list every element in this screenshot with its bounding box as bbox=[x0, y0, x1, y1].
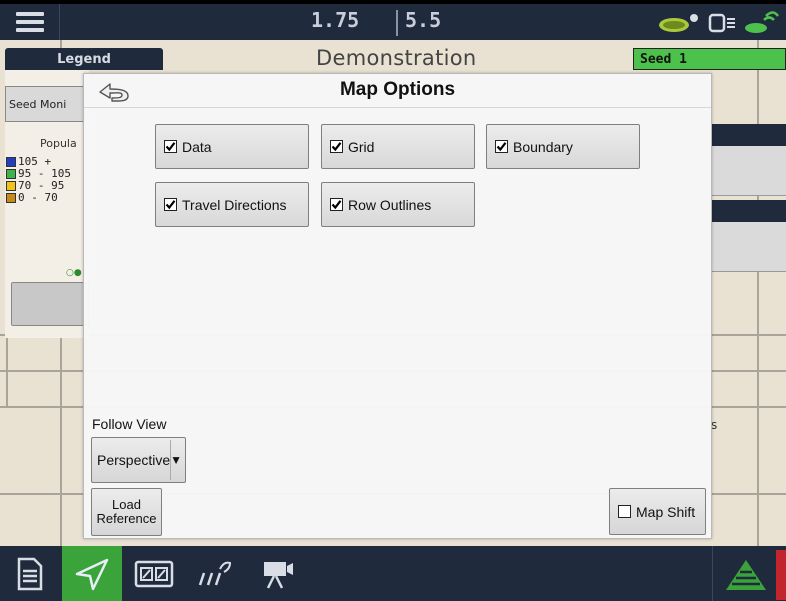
travel-directions-toggle-label: Travel Directions bbox=[182, 196, 287, 213]
right-panel-header bbox=[712, 200, 786, 222]
home-page-button[interactable] bbox=[0, 546, 60, 601]
population-label: Popula bbox=[40, 137, 77, 150]
grid-toggle-label: Grid bbox=[348, 138, 375, 155]
boundary-toggle[interactable]: Boundary bbox=[486, 124, 640, 169]
rtk-signal-icon[interactable] bbox=[744, 10, 780, 36]
checkbox-unchecked-icon bbox=[618, 505, 631, 518]
gps-antenna-icon[interactable] bbox=[658, 12, 702, 34]
bottom-navigation-bar bbox=[0, 546, 786, 601]
map-grid-line bbox=[6, 334, 8, 408]
split-screen-icon bbox=[134, 560, 174, 587]
field-map-button[interactable] bbox=[716, 546, 776, 601]
status-icons bbox=[658, 10, 780, 36]
field-map-icon bbox=[726, 559, 766, 590]
seed-monitor-selector[interactable]: Seed Moni bbox=[5, 86, 85, 122]
video-icon bbox=[264, 561, 293, 589]
grid-toggle[interactable]: Grid bbox=[321, 124, 475, 169]
guidance-icon bbox=[75, 558, 109, 590]
row-outlines-toggle-label: Row Outlines bbox=[348, 196, 432, 213]
alert-indicator[interactable] bbox=[776, 550, 786, 600]
checkbox-checked-icon bbox=[330, 140, 343, 153]
legend-swatch bbox=[6, 156, 16, 167]
page-dots: ○● bbox=[66, 268, 82, 278]
rate-readout: 5.5 bbox=[405, 8, 442, 32]
legend-swatch bbox=[6, 180, 16, 191]
map-shift-label: Map Shift bbox=[636, 503, 696, 520]
map-options-dialog: Map Options Data Grid Boundary Travel Di… bbox=[83, 73, 712, 539]
legend-label: 0 - 70 bbox=[18, 191, 58, 204]
split-screen-button[interactable] bbox=[124, 546, 184, 601]
right-panel-cell bbox=[712, 222, 786, 272]
boundary-toggle-label: Boundary bbox=[513, 138, 573, 155]
travel-directions-toggle[interactable]: Travel Directions bbox=[155, 182, 309, 227]
map-grid-line bbox=[757, 40, 759, 546]
legend-item: 0 - 70 bbox=[6, 191, 58, 204]
data-toggle-label: Data bbox=[182, 138, 212, 155]
bottom-bar-divider bbox=[712, 546, 713, 601]
menu-button[interactable] bbox=[0, 4, 60, 40]
map-title: Demonstration bbox=[316, 46, 477, 70]
follow-view-value: Perspective bbox=[97, 452, 171, 468]
right-panel-header bbox=[712, 124, 786, 146]
dropdown-arrow-icon: ▼ bbox=[170, 453, 183, 467]
speed-readout: 1.75 bbox=[311, 8, 360, 32]
field-operations-icon bbox=[198, 561, 232, 585]
checkbox-checked-icon bbox=[164, 198, 177, 211]
seed-tab[interactable]: Seed 1 bbox=[633, 48, 786, 70]
load-reference-label-line2: Reference bbox=[96, 511, 157, 526]
data-toggle[interactable]: Data bbox=[155, 124, 309, 169]
legend-tab[interactable]: Legend bbox=[5, 48, 163, 70]
readout-divider bbox=[396, 10, 398, 36]
checkbox-checked-icon bbox=[495, 140, 508, 153]
row-outlines-toggle[interactable]: Row Outlines bbox=[321, 182, 475, 227]
dialog-header: Map Options bbox=[84, 74, 711, 108]
legend-swatch bbox=[6, 168, 16, 179]
load-reference-label-line1: Load bbox=[112, 497, 141, 512]
video-button[interactable] bbox=[248, 546, 308, 601]
guidance-button[interactable] bbox=[62, 546, 122, 601]
checkbox-checked-icon bbox=[330, 198, 343, 211]
home-page-icon bbox=[17, 557, 43, 590]
load-reference-button[interactable]: Load Reference bbox=[91, 488, 162, 536]
dialog-title: Map Options bbox=[339, 79, 456, 100]
top-status-bar: 1.75 5.5 bbox=[0, 0, 786, 40]
legend-action-button[interactable] bbox=[11, 282, 89, 326]
isobus-icon[interactable] bbox=[708, 12, 738, 34]
legend-swatch bbox=[6, 192, 16, 203]
checkbox-checked-icon bbox=[164, 140, 177, 153]
right-panel-cell bbox=[712, 146, 786, 196]
field-operations-button[interactable] bbox=[186, 546, 246, 601]
map-shift-toggle[interactable]: Map Shift bbox=[609, 488, 706, 535]
follow-view-label: Follow View bbox=[92, 416, 167, 432]
menu-icon bbox=[15, 12, 44, 32]
follow-view-dropdown[interactable]: Perspective ▼ bbox=[91, 437, 186, 483]
